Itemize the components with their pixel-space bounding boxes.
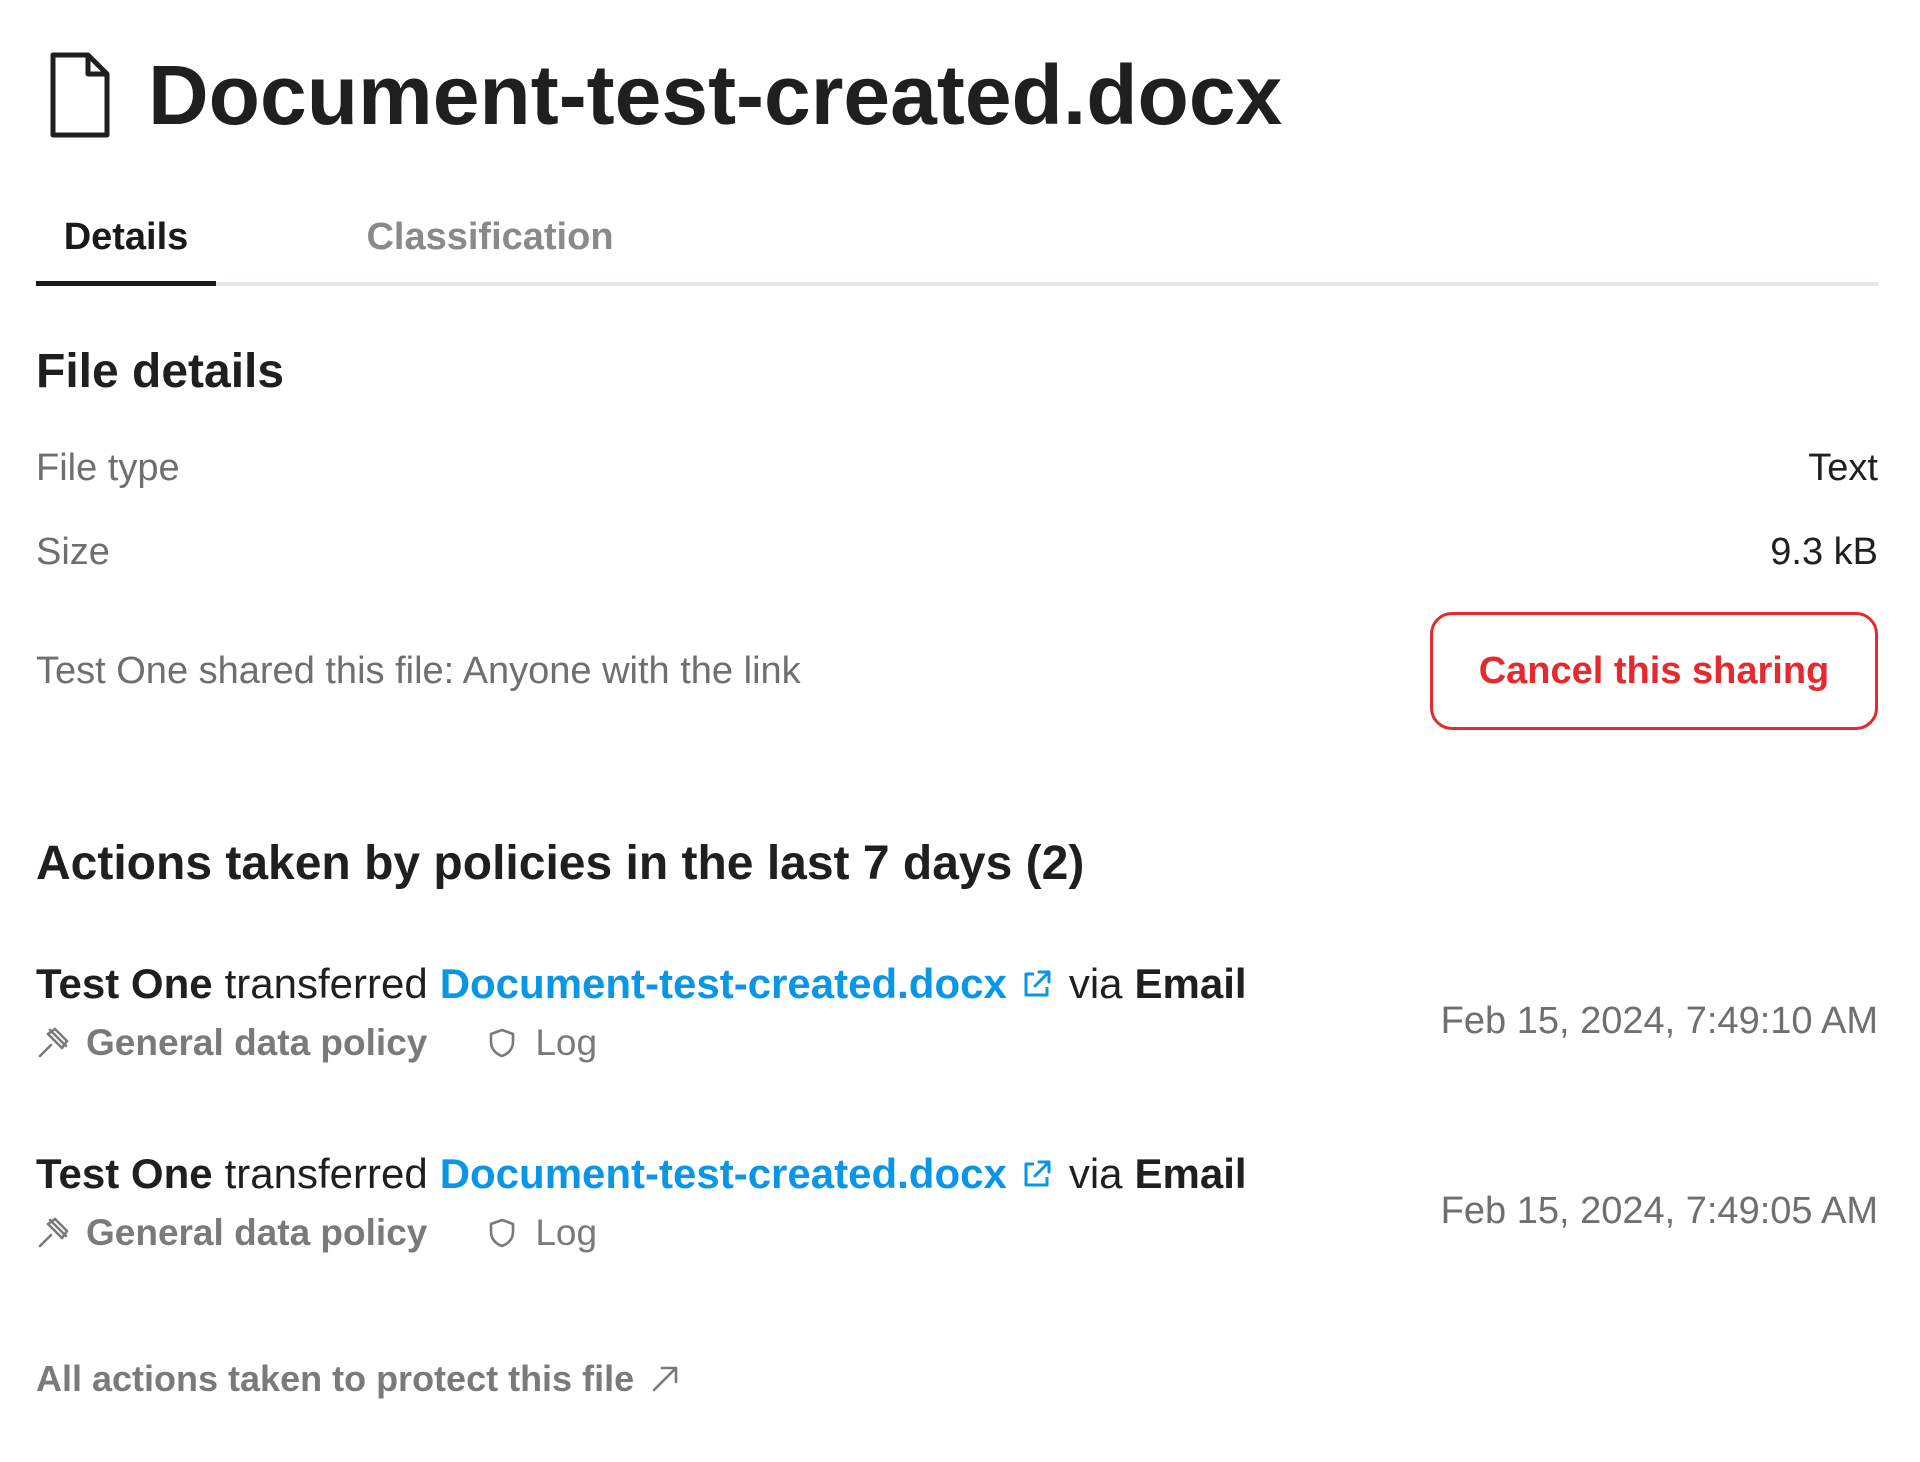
- action-item: Test One transferred Document-test-creat…: [36, 1150, 1878, 1280]
- sharing-row: Test One shared this file: Anyone with t…: [36, 610, 1878, 732]
- action-item: Test One transferred Document-test-creat…: [36, 960, 1878, 1090]
- gavel-icon: [36, 1216, 70, 1250]
- tab-classification[interactable]: Classification: [340, 192, 640, 282]
- action-via: via: [1068, 960, 1123, 1007]
- page-title: Document-test-created.docx: [148, 47, 1283, 142]
- action-file-link[interactable]: Document-test-created.docx: [440, 1150, 1007, 1198]
- arrow-up-right-icon: [648, 1362, 682, 1396]
- external-link-icon[interactable]: [1021, 1158, 1053, 1190]
- action-meta: General data policy Log: [36, 1022, 597, 1064]
- action-via: via: [1068, 1150, 1123, 1197]
- page-header: Document-test-created.docx: [48, 40, 1282, 150]
- action-timestamp: Feb 15, 2024, 7:49:05 AM: [1440, 1190, 1878, 1232]
- size-row: Size 9.3 kB: [36, 522, 1878, 582]
- file-type-label: File type: [36, 446, 180, 489]
- action-file-link[interactable]: Document-test-created.docx: [440, 960, 1007, 1008]
- action-summary: Test One transferred Document-test-creat…: [36, 960, 1247, 1008]
- action-timestamp: Feb 15, 2024, 7:49:10 AM: [1440, 1000, 1878, 1042]
- external-link-icon[interactable]: [1021, 968, 1053, 1000]
- cancel-sharing-button[interactable]: Cancel this sharing: [1430, 612, 1878, 730]
- action-channel: Email: [1134, 1150, 1247, 1197]
- size-label: Size: [36, 530, 110, 573]
- shield-icon: [487, 1217, 517, 1249]
- action-actor: Test One: [36, 960, 213, 1007]
- action-mode: Log: [535, 1022, 598, 1063]
- action-actor: Test One: [36, 1150, 213, 1197]
- tab-bar: Details Classification: [36, 192, 1878, 286]
- file-details-heading: File details: [36, 345, 285, 398]
- tab-details[interactable]: Details: [36, 192, 216, 286]
- policy-name[interactable]: General data policy: [86, 1022, 427, 1064]
- action-channel: Email: [1134, 960, 1247, 1007]
- file-type-row: File type Text: [36, 438, 1878, 498]
- action-verb: transferred: [224, 960, 428, 1007]
- shield-icon: [487, 1027, 517, 1059]
- action-mode: Log: [535, 1212, 598, 1253]
- actions-heading: Actions taken by policies in the last 7 …: [36, 837, 1085, 890]
- policy-name[interactable]: General data policy: [86, 1212, 427, 1254]
- action-meta: General data policy Log: [36, 1212, 597, 1254]
- all-actions-link[interactable]: All actions taken to protect this file: [36, 1358, 682, 1400]
- file-type-value: Text: [1808, 446, 1878, 489]
- sharing-status-text: Test One shared this file: Anyone with t…: [36, 649, 801, 692]
- gavel-icon: [36, 1026, 70, 1060]
- file-icon: [48, 50, 112, 140]
- size-value: 9.3 kB: [1770, 530, 1878, 573]
- action-summary: Test One transferred Document-test-creat…: [36, 1150, 1247, 1198]
- action-verb: transferred: [224, 1150, 428, 1197]
- all-actions-label: All actions taken to protect this file: [36, 1358, 635, 1399]
